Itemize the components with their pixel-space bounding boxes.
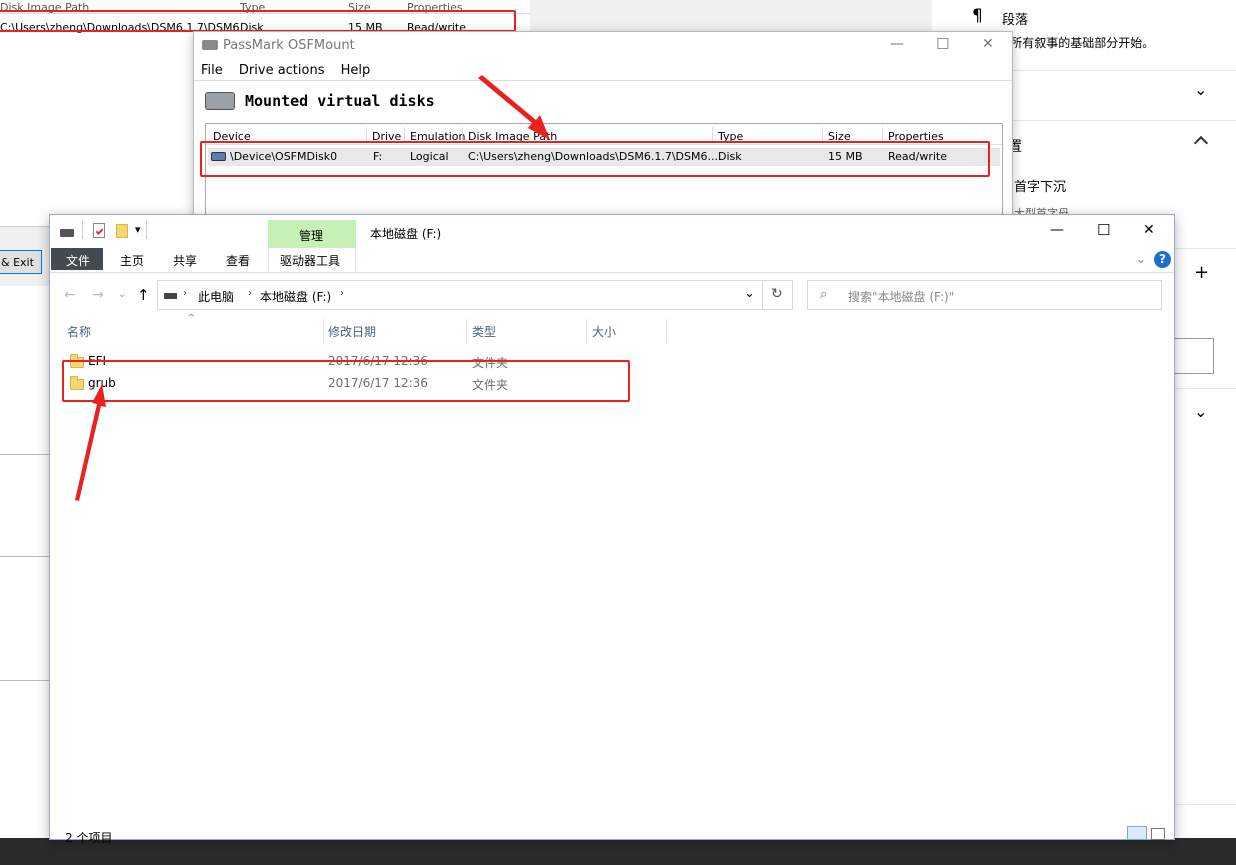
arrow-to-osfmount [478, 75, 550, 140]
annotation-arrows [75, 75, 550, 501]
arrow-to-grub [75, 384, 106, 501]
